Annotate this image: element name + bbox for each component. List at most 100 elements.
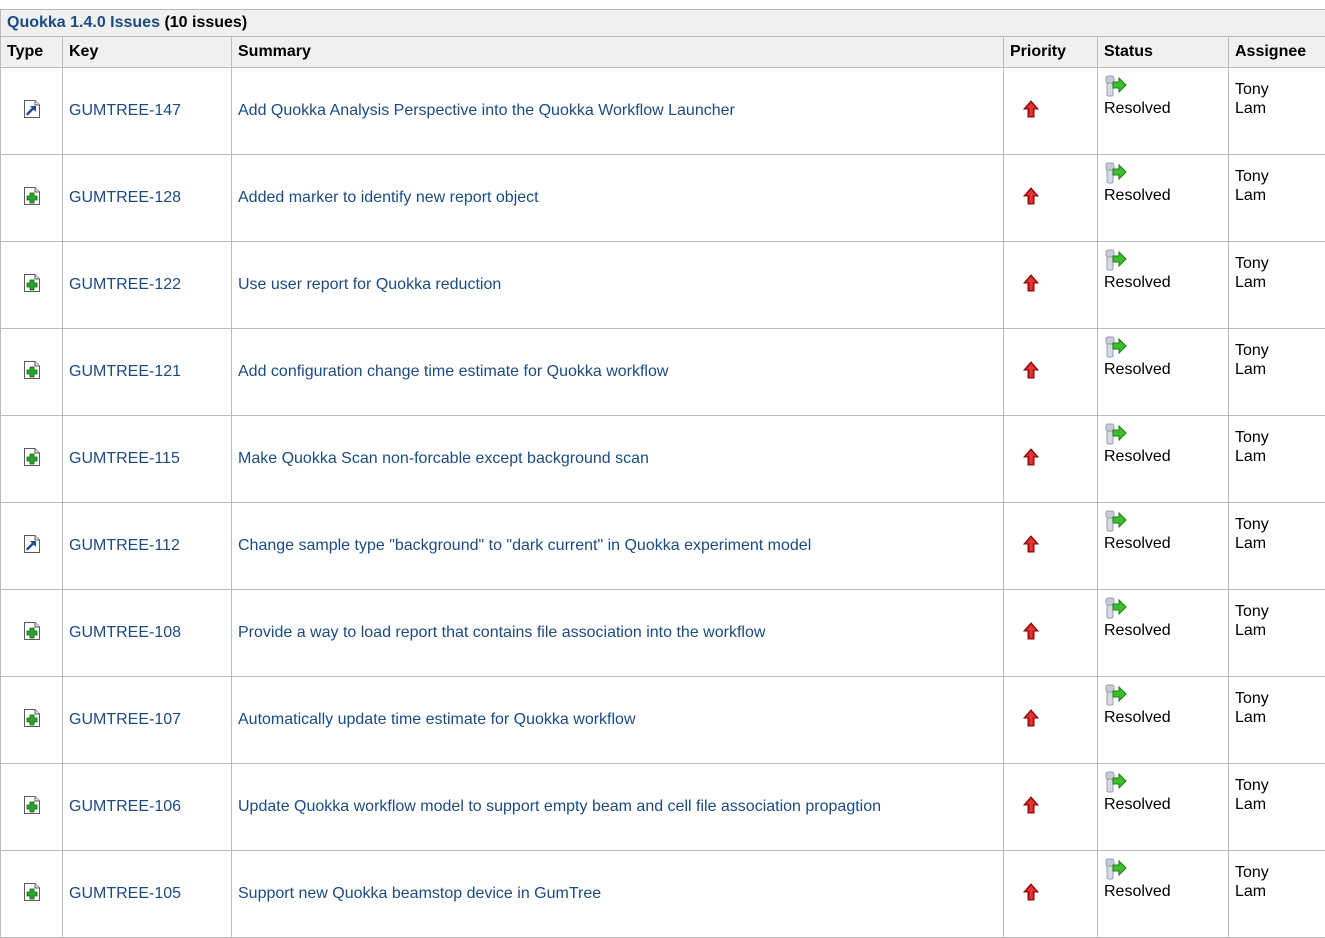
resolved-icon [1104,422,1128,446]
assignee-last-name: Lam [1235,100,1266,117]
priority-cell [1004,242,1098,329]
status-label: Resolved [1104,187,1222,205]
issue-summary-link[interactable]: Use user report for Quokka reduction [238,276,501,293]
table-row: GUMTREE-115 Make Quokka Scan non-forcabl… [1,416,1325,503]
assignee-first-name: Tony [1235,516,1269,533]
summary-cell: Support new Quokka beamstop device in Gu… [232,851,1004,938]
issue-key-link[interactable]: GUMTREE-107 [69,711,181,728]
resolved-icon [1104,335,1128,359]
issue-summary-link[interactable]: Add configuration change time estimate f… [238,363,668,380]
issue-key-link[interactable]: GUMTREE-106 [69,798,181,815]
priority-high-icon [1023,361,1039,379]
summary-cell: Provide a way to load report that contai… [232,590,1004,677]
issue-summary-link[interactable]: Change sample type "background" to "dark… [238,537,811,554]
column-header-status[interactable]: Status [1098,37,1229,68]
type-cell [1,590,63,677]
priority-cell [1004,416,1098,503]
priority-cell [1004,590,1098,677]
assignee-first-name: Tony [1235,255,1269,272]
new-feature-icon [22,193,42,210]
issue-summary-link[interactable]: Update Quokka workflow model to support … [238,798,881,815]
summary-cell: Add Quokka Analysis Perspective into the… [232,68,1004,155]
status-cell: Resolved [1098,68,1229,155]
assignee-cell: Tony Lam [1229,416,1325,503]
new-feature-icon [22,621,42,641]
type-cell [1,851,63,938]
issue-key-link[interactable]: GUMTREE-122 [69,276,181,293]
priority-high-icon [1023,883,1039,901]
type-cell [1,68,63,155]
issue-summary-link[interactable]: Make Quokka Scan non-forcable except bac… [238,450,649,467]
issue-count: (10 issues) [164,14,247,31]
issue-key-link[interactable]: GUMTREE-112 [69,537,180,554]
column-header-assignee[interactable]: Assignee [1229,37,1325,68]
summary-cell: Make Quokka Scan non-forcable except bac… [232,416,1004,503]
priority-cell [1004,329,1098,416]
assignee-first-name: Tony [1235,603,1269,620]
status-label: Resolved [1104,274,1222,292]
issue-summary-link[interactable]: Automatically update time estimate for Q… [238,711,636,728]
key-cell: GUMTREE-108 [63,590,232,677]
issue-key-link[interactable]: GUMTREE-105 [69,885,181,902]
status-cell: Resolved [1098,764,1229,851]
issue-key-link[interactable]: GUMTREE-128 [69,189,181,206]
key-cell: GUMTREE-115 [63,416,232,503]
improvement-icon [22,534,42,554]
new-feature-icon [22,708,42,728]
key-cell: GUMTREE-121 [63,329,232,416]
assignee-cell: Tony Lam [1229,764,1325,851]
issue-key-link[interactable]: GUMTREE-147 [69,102,181,119]
status-label: Resolved [1104,535,1222,553]
issue-key-link[interactable]: GUMTREE-115 [69,450,180,467]
new-feature-icon [22,447,42,467]
new-feature-icon [22,882,42,902]
key-cell: GUMTREE-112 [63,503,232,590]
summary-cell: Use user report for Quokka reduction [232,242,1004,329]
column-header-priority[interactable]: Priority [1004,37,1098,68]
resolved-icon [1104,857,1128,881]
issue-summary-link[interactable]: Add Quokka Analysis Perspective into the… [238,102,735,119]
new-feature-icon [22,186,42,206]
issue-summary-link[interactable]: Support new Quokka beamstop device in Gu… [238,885,601,902]
assignee-first-name: Tony [1235,777,1269,794]
assignee-cell: Tony Lam [1229,851,1325,938]
new-feature-icon [22,802,42,819]
key-cell: GUMTREE-106 [63,764,232,851]
priority-high-icon [1023,709,1039,727]
assignee-cell: Tony Lam [1229,677,1325,764]
priority-high-icon [1023,535,1039,553]
summary-cell: Added marker to identify new report obje… [232,155,1004,242]
status-label: Resolved [1104,622,1222,640]
column-header-key[interactable]: Key [63,37,232,68]
column-header-type[interactable]: Type [1,37,63,68]
priority-high-icon [1023,448,1039,466]
new-feature-icon [22,273,42,293]
issue-summary-link[interactable]: Added marker to identify new report obje… [238,189,539,206]
table-title: Quokka 1.4.0 Issues (10 issues) [1,10,1325,37]
status-cell: Resolved [1098,590,1229,677]
priority-cell [1004,764,1098,851]
status-label: Resolved [1104,361,1222,379]
table-row: GUMTREE-106 Update Quokka workflow model… [1,764,1325,851]
new-feature-icon [22,889,42,906]
priority-cell [1004,155,1098,242]
assignee-last-name: Lam [1235,622,1266,639]
key-cell: GUMTREE-122 [63,242,232,329]
assignee-cell: Tony Lam [1229,590,1325,677]
assignee-first-name: Tony [1235,81,1269,98]
new-feature-icon [22,715,42,732]
table-row: GUMTREE-122 Use user report for Quokka r… [1,242,1325,329]
priority-high-icon [1023,274,1039,292]
priority-high-icon [1023,796,1039,814]
assignee-last-name: Lam [1235,535,1266,552]
status-label: Resolved [1104,100,1222,118]
issue-key-link[interactable]: GUMTREE-121 [69,363,181,380]
table-row: GUMTREE-121 Add configuration change tim… [1,329,1325,416]
version-link[interactable]: Quokka 1.4.0 Issues [7,14,160,31]
column-header-summary[interactable]: Summary [232,37,1004,68]
issue-summary-link[interactable]: Provide a way to load report that contai… [238,624,765,641]
table-row: GUMTREE-107 Automatically update time es… [1,677,1325,764]
issue-key-link[interactable]: GUMTREE-108 [69,624,181,641]
summary-cell: Change sample type "background" to "dark… [232,503,1004,590]
resolved-icon [1104,248,1128,272]
